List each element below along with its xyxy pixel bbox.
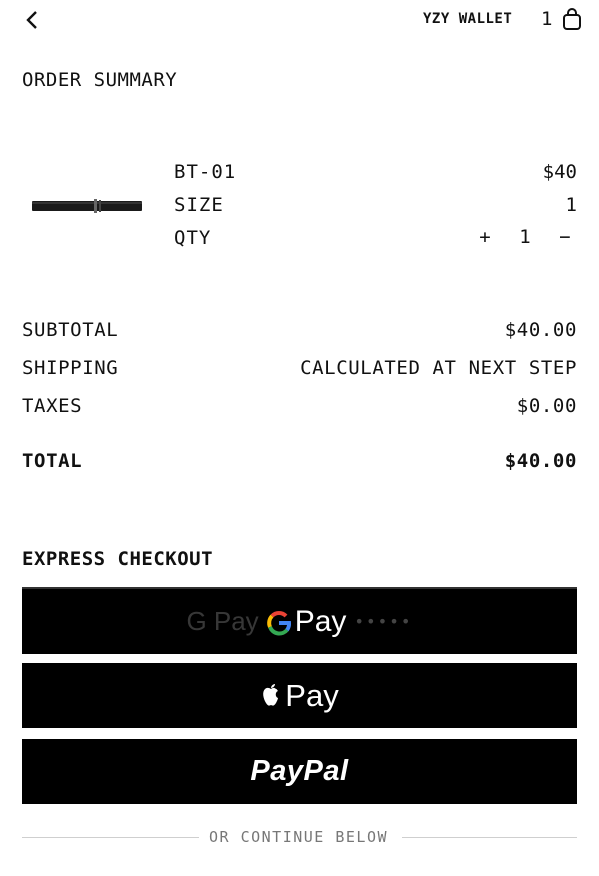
shipping-label: SHIPPING [22,357,119,379]
qty-increase-button[interactable]: + [473,226,497,248]
taxes-value: $0.00 [516,395,577,417]
chevron-left-icon[interactable] [22,9,44,31]
google-pay-logo: G Pay Pay ••••• [186,605,412,639]
total-value: $40.00 [504,450,577,472]
shopping-bag-icon[interactable] [562,7,582,31]
divider-left [22,837,199,838]
yzy-wallet-link[interactable]: YZY WALLET [423,11,512,27]
divider-right [402,837,577,838]
qty-value: 1 [519,226,531,248]
apple-pay-text: Pay [285,677,339,713]
shipping-value: CALCULATED AT NEXT STEP [300,357,577,379]
size-value: 1 [565,194,577,216]
google-pay-button[interactable]: G Pay Pay ••••• [22,587,577,654]
card-dots-icon: ••••• [354,612,413,631]
quantity-stepper: + 1 − [473,226,577,248]
cart-count: 1 [541,8,553,30]
subtotal-value: $40.00 [504,319,577,341]
product-image [32,199,142,213]
express-checkout-title: EXPRESS CHECKOUT [22,548,214,570]
google-pay-faint-text: G Pay [186,606,259,636]
taxes-label: TAXES [22,395,83,417]
apple-pay-button[interactable]: Pay [22,663,577,728]
top-bar: YZY WALLET 1 [0,0,599,40]
size-label: SIZE [174,194,224,216]
apple-icon [263,683,279,706]
google-g-icon [265,605,293,639]
total-label: TOTAL [22,450,83,472]
or-continue-below-text: OR CONTINUE BELOW [209,828,389,846]
paypal-button[interactable]: PayPal [22,739,577,804]
apple-pay-logo: Pay [260,677,339,714]
qty-label: QTY [174,227,212,249]
product-name: BT-01 [174,161,237,183]
subtotal-label: SUBTOTAL [22,319,119,341]
google-pay-text: Pay [294,604,347,638]
qty-decrease-button[interactable]: − [553,226,577,248]
product-price: $40 [542,161,577,183]
paypal-logo-text: PayPal [250,755,349,787]
order-summary-title: ORDER SUMMARY [22,69,178,91]
